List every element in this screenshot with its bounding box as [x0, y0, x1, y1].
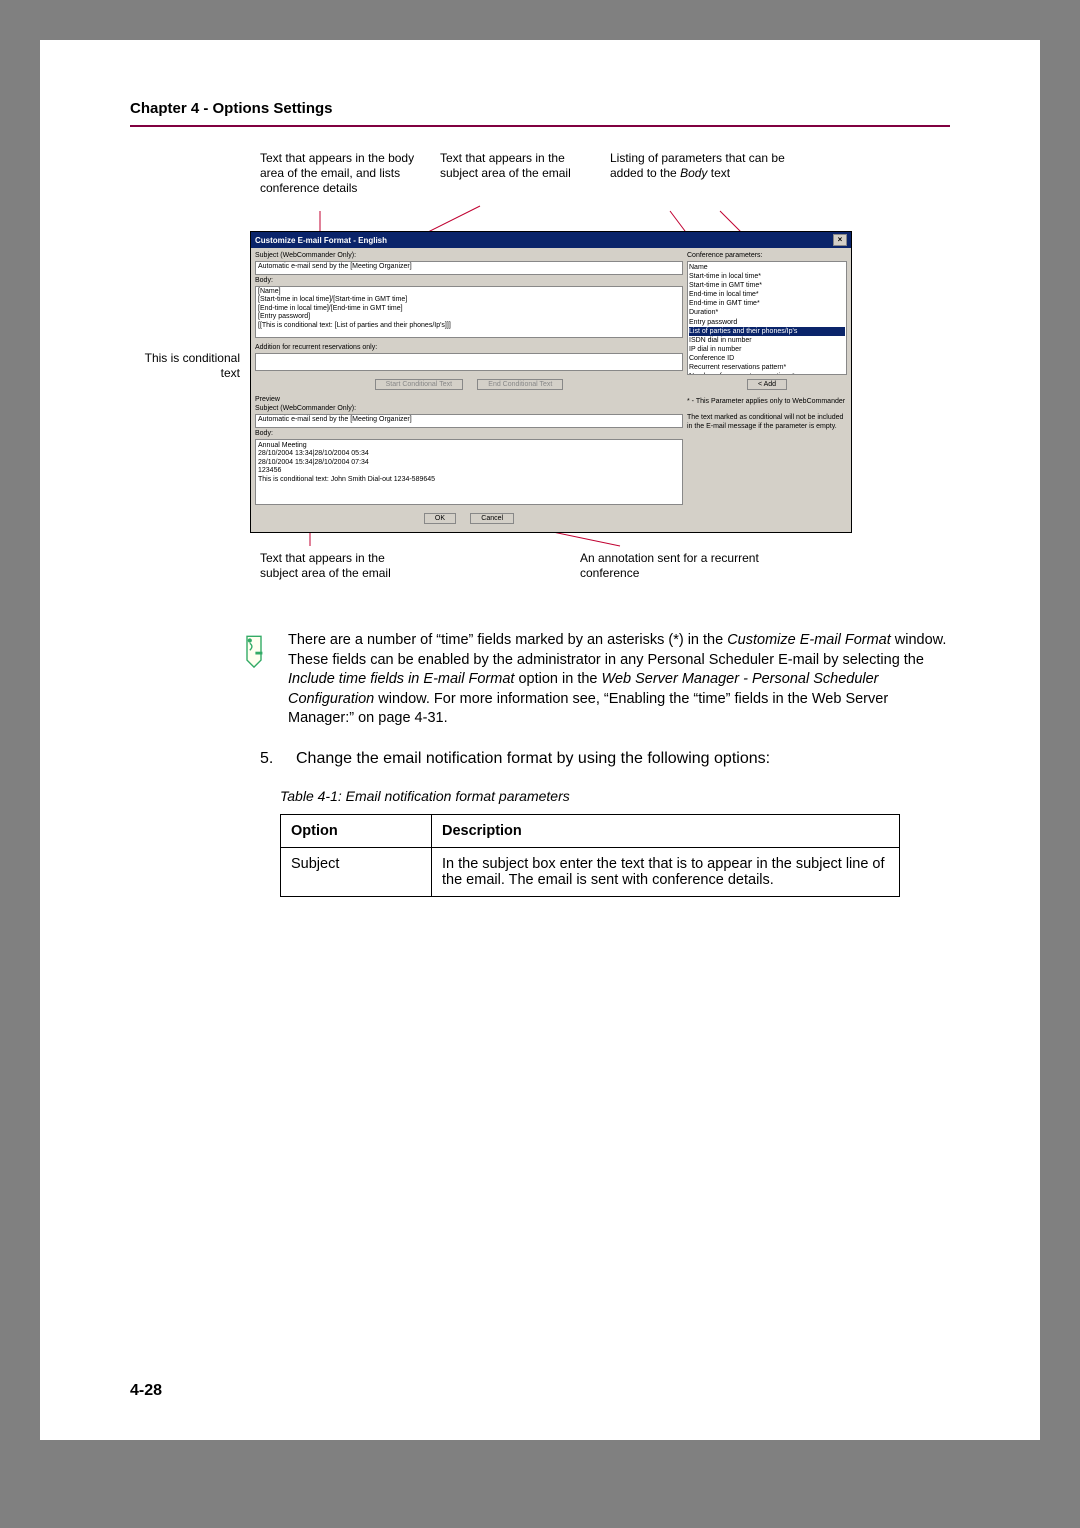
subject-label: Subject (WebCommander Only): [255, 252, 683, 259]
list-item[interactable]: Recurrent reservations pattern* [689, 363, 845, 372]
annotation-subject-text: Text that appears in the subject area of… [440, 151, 580, 181]
document-page: Chapter 4 - Options Settings Text that a… [40, 40, 1040, 1440]
list-item[interactable]: Start-time in local time* [689, 272, 845, 281]
addition-label: Addition for recurrent reservations only… [255, 344, 683, 351]
list-item-selected[interactable]: List of parties and their phones/Ip's [689, 327, 845, 336]
list-item[interactable]: End-time in GMT time* [689, 299, 845, 308]
subject-input[interactable]: Automatic e-mail send by the [Meeting Or… [255, 261, 683, 275]
cancel-button[interactable]: Cancel [470, 513, 514, 524]
list-item[interactable]: IP dial in number [689, 345, 845, 354]
page-number: 4-28 [130, 1382, 162, 1400]
end-conditional-button[interactable]: End Conditional Text [477, 379, 563, 390]
preview-body-value: Annual Meeting 28/10/2004 13:34|28/10/20… [255, 439, 683, 505]
email-format-params-table: Option Description Subject In the subjec… [280, 814, 900, 897]
dialog-titlebar: Customize E-mail Format - English × [251, 232, 851, 248]
table-row: Subject In the subject box enter the tex… [281, 848, 900, 897]
conference-params-label: Conference parameters: [687, 252, 847, 259]
conference-params-list[interactable]: Name Start-time in local time* Start-tim… [687, 261, 847, 375]
addition-textarea[interactable] [255, 353, 683, 371]
list-item[interactable]: ISDN dial in number [689, 336, 845, 345]
annotation-body-text: Text that appears in the body area of th… [260, 151, 420, 196]
step-text: Change the email notification format by … [296, 747, 770, 770]
body-label: Body: [255, 277, 683, 284]
customize-email-dialog: Customize E-mail Format - English × Subj… [250, 231, 852, 533]
cell-option: Subject [281, 848, 432, 897]
dialog-title-text: Customize E-mail Format - English [255, 236, 387, 245]
annotation-recurrent: An annotation sent for a recurrent confe… [580, 551, 760, 581]
add-button[interactable]: < Add [747, 379, 787, 390]
annotation-params-listing: Listing of parameters that can be added … [610, 151, 790, 181]
list-item[interactable]: Conference ID [689, 354, 845, 363]
annotated-figure: Text that appears in the body area of th… [250, 151, 950, 591]
list-item[interactable]: End-time in local time* [689, 290, 845, 299]
col-option: Option [281, 815, 432, 848]
annotation-text: text [707, 166, 730, 180]
table-caption: Table 4-1: Email notification format par… [280, 788, 950, 804]
list-item[interactable]: Start-time in GMT time* [689, 281, 845, 290]
list-item[interactable]: Entry password [689, 318, 845, 327]
note-icon [240, 631, 270, 672]
annotation-italic: Body [680, 166, 707, 180]
params-footnote-2: The text marked as conditional will not … [687, 414, 847, 431]
col-description: Description [432, 815, 900, 848]
chapter-header: Chapter 4 - Options Settings [130, 100, 950, 117]
annotation-conditional-text: This is conditional text [130, 351, 240, 381]
list-item[interactable]: Duration* [689, 308, 845, 317]
annotation-subject-text-bottom: Text that appears in the subject area of… [260, 551, 410, 581]
body-textarea[interactable]: [Name] [Start-time in local time]/[Start… [255, 286, 683, 338]
preview-subject-label: Subject (WebCommander Only): [255, 405, 683, 412]
header-rule [130, 125, 950, 127]
note-text: There are a number of “time” fields mark… [288, 631, 950, 729]
step-number: 5. [260, 747, 282, 770]
preview-label: Preview [255, 396, 683, 403]
list-item[interactable]: Name [689, 263, 845, 272]
preview-body-label: Body: [255, 430, 683, 437]
step-5: 5. Change the email notification format … [260, 747, 950, 770]
list-item[interactable]: Number of recurrent reservations* [689, 372, 845, 375]
preview-subject-value: Automatic e-mail send by the [Meeting Or… [255, 414, 683, 428]
cell-description: In the subject box enter the text that i… [432, 848, 900, 897]
close-icon[interactable]: × [833, 234, 847, 246]
params-footnote-1: * - This Parameter applies only to WebCo… [687, 398, 847, 406]
info-note: There are a number of “time” fields mark… [240, 631, 950, 729]
start-conditional-button[interactable]: Start Conditional Text [375, 379, 463, 390]
ok-button[interactable]: OK [424, 513, 456, 524]
